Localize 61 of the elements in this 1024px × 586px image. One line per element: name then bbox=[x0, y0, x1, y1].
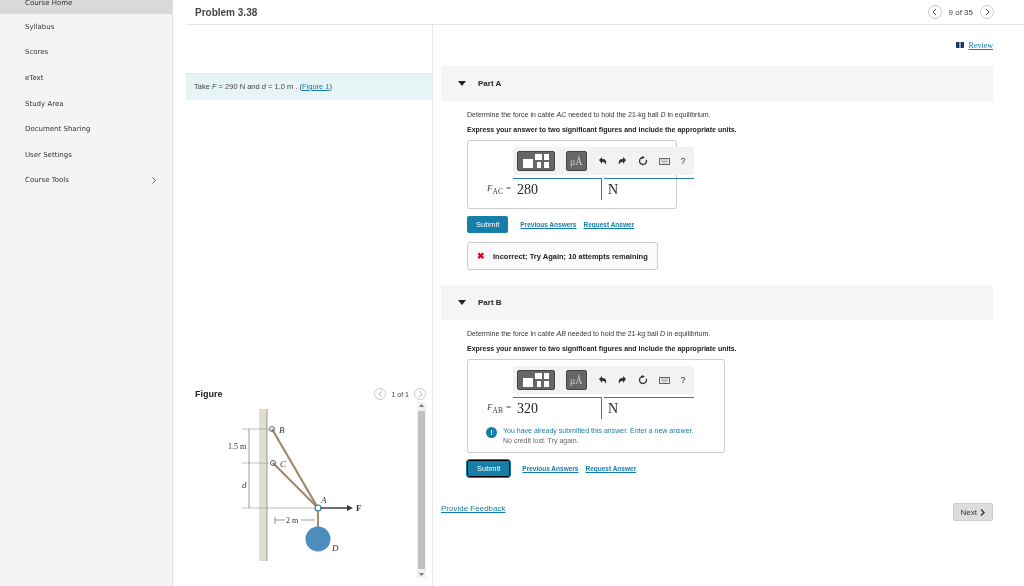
problem-title: Problem 3.38 bbox=[195, 6, 258, 18]
book-icon bbox=[955, 42, 964, 48]
previous-button[interactable] bbox=[927, 5, 942, 19]
dimension-label: 1.5 m bbox=[227, 442, 246, 451]
reset-icon bbox=[637, 156, 648, 166]
review-link[interactable]: Review bbox=[955, 40, 993, 50]
redo-button[interactable] bbox=[617, 157, 627, 165]
undo-button[interactable] bbox=[597, 376, 607, 384]
caret-down-icon bbox=[458, 80, 466, 87]
unit-field[interactable]: N bbox=[604, 178, 694, 200]
chevron-left-icon bbox=[378, 390, 383, 398]
dimension-label: d bbox=[241, 480, 246, 490]
template-button[interactable] bbox=[517, 151, 555, 171]
undo-icon bbox=[597, 376, 607, 384]
keyboard-icon bbox=[658, 376, 670, 384]
answer-field[interactable]: 320 bbox=[513, 397, 602, 419]
redo-icon bbox=[617, 376, 627, 384]
units-button[interactable]: μÅ bbox=[566, 370, 587, 390]
point-label: C bbox=[279, 459, 286, 469]
next-button[interactable]: Next bbox=[952, 503, 993, 521]
keyboard-button[interactable] bbox=[658, 376, 670, 384]
point-label: D bbox=[331, 543, 338, 553]
help-button[interactable]: ? bbox=[680, 156, 686, 166]
figure-title: Figure bbox=[195, 389, 223, 399]
next-button[interactable] bbox=[980, 5, 994, 19]
help-button[interactable]: ? bbox=[680, 375, 686, 385]
template-button[interactable] bbox=[517, 370, 555, 390]
problem-counter: 9 of 35 bbox=[948, 7, 973, 17]
unit-field[interactable]: N bbox=[604, 397, 694, 419]
template-icon bbox=[522, 154, 550, 168]
chevron-right-icon bbox=[980, 508, 985, 516]
reset-button[interactable] bbox=[637, 156, 648, 166]
arrow-up-icon bbox=[419, 404, 424, 407]
feedback-link[interactable]: Provide Feedback bbox=[441, 504, 506, 513]
units-button[interactable]: μÅ bbox=[566, 151, 587, 171]
variable-label: F$_{AB}$ = bbox=[486, 401, 512, 415]
answer-field[interactable]: 280 bbox=[513, 178, 602, 200]
redo-button[interactable] bbox=[617, 376, 627, 384]
keyboard-button[interactable] bbox=[658, 157, 670, 165]
redo-icon bbox=[617, 157, 627, 165]
keyboard-icon bbox=[658, 157, 670, 165]
part-header[interactable]: Part B bbox=[441, 285, 993, 320]
chevron-left-icon bbox=[932, 8, 938, 16]
reset-button[interactable] bbox=[637, 375, 648, 385]
reset-icon bbox=[637, 375, 648, 385]
scrollbar[interactable] bbox=[417, 402, 426, 578]
caret-down-icon bbox=[458, 299, 466, 306]
part-header[interactable]: Part A bbox=[441, 66, 993, 101]
undo-icon bbox=[597, 157, 607, 165]
force-label: F bbox=[355, 503, 361, 513]
template-icon bbox=[522, 373, 550, 387]
point-label: B bbox=[278, 425, 284, 435]
alert-icon: ! bbox=[486, 427, 497, 438]
point-label: A bbox=[320, 495, 326, 505]
undo-button[interactable] bbox=[597, 157, 607, 165]
chevron-right-icon bbox=[417, 390, 423, 398]
dimension-label: 2 m bbox=[285, 516, 298, 525]
arrow-down-icon bbox=[419, 573, 424, 576]
cross-icon: ✖ bbox=[477, 251, 485, 261]
variable-label: F$_{AC}$ = bbox=[486, 182, 512, 196]
chevron-right-icon bbox=[984, 8, 990, 16]
